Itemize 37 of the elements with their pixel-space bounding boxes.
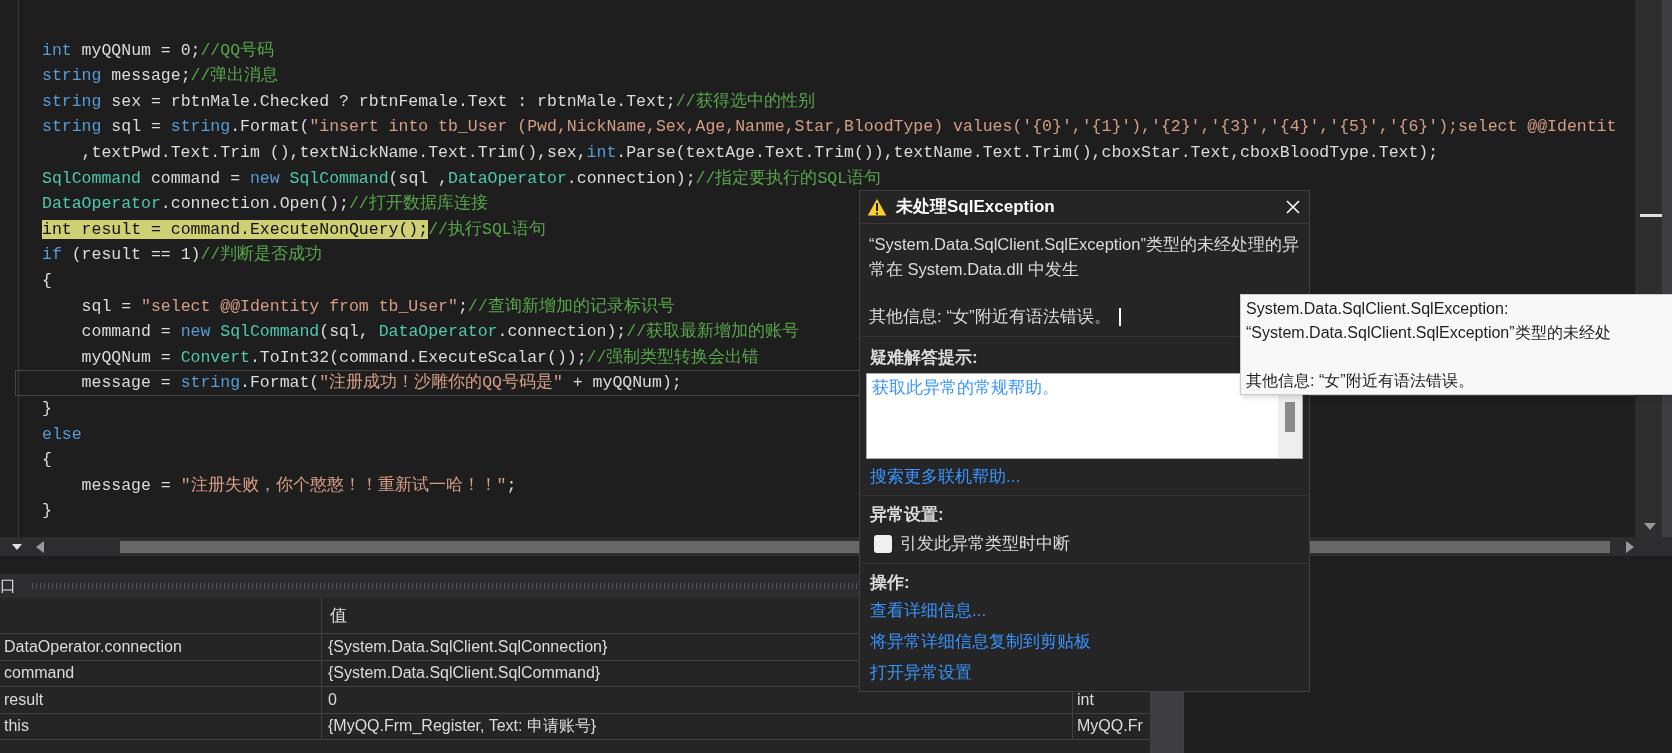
table-cell: command: [0, 660, 322, 686]
code-line: else: [42, 423, 82, 446]
code-line: SqlCommand command = new SqlCommand(sql ,DataOperator.connection);//指定要执行的SQL语句: [42, 167, 882, 190]
code-line: int result = command.ExecuteNonQuery();//执行SQL语句: [42, 218, 546, 241]
section-heading: 疑难解答提示:: [869, 346, 979, 369]
table-cell-text: int: [1076, 689, 1095, 710]
code-line: sql = "select @@Identity from tb_User";//查询新增加的记录标识号: [80, 295, 675, 318]
table-cell-text: MyQQ.Fr: [1076, 716, 1144, 737]
table-cell: DataOperator.connection: [0, 634, 322, 660]
section-heading: 异常设置:: [870, 503, 945, 526]
table-cell: this: [0, 713, 322, 739]
code-line: int myQQNum = 0;//QQ号码: [42, 39, 275, 62]
code-line: {: [42, 449, 52, 472]
code-line: myQQNum = Convert.ToInt32(command.ExecuteScalar());//强制类型转换会出错: [80, 346, 760, 369]
code-line: }: [42, 500, 52, 523]
panel-title: 口: [0, 578, 16, 594]
code-line: string message;//弹出消息: [42, 65, 279, 88]
code-line: ,textPwd.Text.Trim (),textNickName.Text.Trim(),sex,int.Parse(textAge.Text.Trim()),textName.Text.Trim(),cboxStar.Text,cboxBloodType.Text);: [80, 141, 1439, 164]
additional-info: 其他信息: “女”附近有语法错误。: [869, 306, 1111, 328]
code-line: message = "注册失败，你个憨憨！！重新试一哈！！";: [80, 474, 517, 497]
tooltip-text: 其他信息: “女”附近有语法错误。: [1246, 371, 1475, 391]
table-cell: {MyQQ.Frm_Register, Text: 申请账号}: [322, 713, 1073, 739]
tooltip-text: System.Data.SqlClient.SqlException:: [1246, 299, 1510, 319]
exception-message: “System.Data.SqlClient.SqlException”类型的未经处理的异常在 System.Data.dll 中发生: [869, 234, 1300, 280]
tooltip-text: “System.Data.SqlClient.SqlException”类型的未经处: [1246, 323, 1612, 343]
table-cell: result: [0, 687, 322, 713]
section-heading: 操作:: [870, 571, 911, 594]
checkbox-label: 引发此异常类型时中断: [900, 533, 1070, 555]
code-line: string sql = string.Format("insert into tb_User (Pwd,NickName,Sex,Age,Nanme,Star,BloodType) values('{0}','{1}'),'{2}','{3}','{4}','{5}','{6}');select @@Identit: [42, 116, 1617, 139]
code-line: string sex = rbtnMale.Checked ? rbtnFemale.Text : rbtnMale.Text;//获得选中的性别: [42, 90, 815, 113]
code-line: {: [42, 269, 52, 292]
code-line: command = new SqlCommand(sql, DataOperator.connection);//获取最新增加的账号: [80, 321, 800, 344]
code-line: message = string.Format("注册成功！沙雕你的QQ号码是" + myQQNum);: [80, 372, 682, 395]
dialog-title: 未处理SqlException: [896, 196, 1055, 219]
code-line: }: [42, 397, 52, 420]
code-line: DataOperator.connection.Open();//打开数据库连接: [42, 192, 488, 216]
code-line: if (result == 1)//判断是否成功: [42, 244, 323, 267]
